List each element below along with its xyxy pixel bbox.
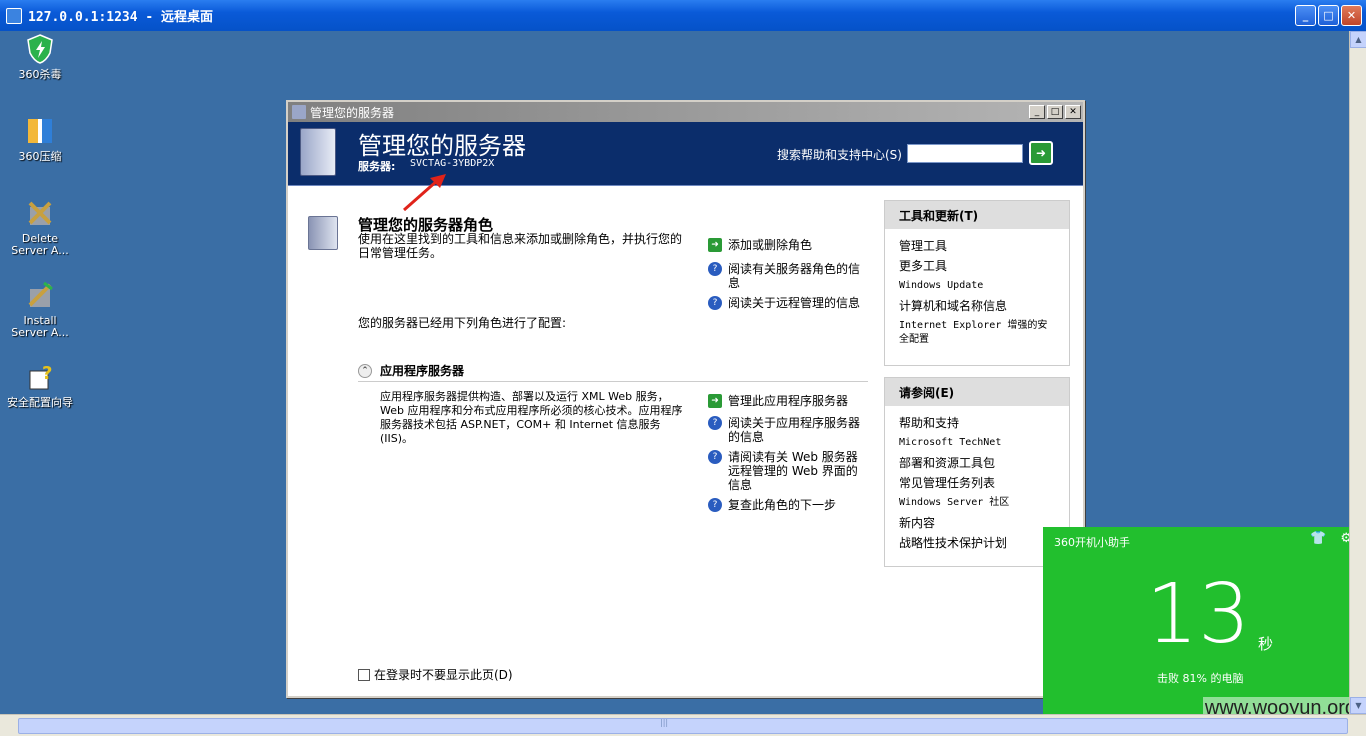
maximize-button[interactable]: □ — [1318, 5, 1339, 26]
read-roles-link[interactable]: ? 阅读有关服务器角色的信息 — [708, 262, 868, 290]
search-label: 搜索帮助和支持中心(S) — [777, 148, 902, 162]
see-also-item[interactable]: 新内容 — [885, 516, 1069, 530]
window-title: 127.0.0.1:1234 - 远程桌面 — [28, 10, 214, 25]
collapse-icon[interactable]: ⌃ — [358, 364, 372, 378]
boot-helper-popup: 360开机小助手 👕 ⚙ 13 秒 击败 81% 的电脑 www.wooyun.… — [1043, 527, 1366, 720]
minimize-button[interactable]: _ — [1295, 5, 1316, 26]
help-icon: ? — [708, 296, 722, 310]
boot-unit: 秒 — [1258, 635, 1274, 653]
tools-icon — [24, 279, 56, 311]
server-label: 服务器: — [358, 160, 396, 173]
app-server-header[interactable]: ⌃ 应用程序服务器 — [358, 362, 868, 382]
dont-show-label: 在登录时不要显示此页(D) — [374, 668, 513, 682]
server-icon — [292, 105, 306, 119]
tools-item[interactable]: 管理工具 — [885, 239, 1069, 253]
scroll-up-arrow[interactable]: ▲ — [1350, 31, 1366, 48]
wizard-icon: ? — [24, 361, 56, 393]
dont-show-checkbox[interactable] — [358, 668, 370, 681]
roles-description: 使用在这里找到的工具和信息来添加或删除角色，并执行您的日常管理任务。 — [358, 232, 683, 260]
desktop-icon-label: 360杀毒 — [18, 68, 62, 81]
annotation-arrow — [403, 174, 446, 212]
see-also-item[interactable]: 部署和资源工具包 — [885, 456, 1069, 470]
arrow-icon: ➜ — [708, 394, 722, 408]
remote-desktop-icon — [6, 7, 22, 24]
see-also-item[interactable]: 帮助和支持 — [885, 416, 1069, 430]
dont-show-checkbox-row[interactable]: 在登录时不要显示此页(D) — [358, 666, 513, 683]
desktop-icon-360-zip[interactable]: 360压缩 — [5, 115, 75, 163]
tools-icon — [24, 197, 56, 229]
read-remote-admin-link[interactable]: ? 阅读关于远程管理的信息 — [708, 296, 868, 310]
desktop-icon-label: Delete Server A... — [11, 232, 69, 257]
desktop-icon-security-wizard[interactable]: ? 安全配置向导 — [5, 361, 75, 409]
archive-icon — [24, 115, 56, 147]
tools-item[interactable]: 计算机和域名称信息 — [885, 299, 1069, 313]
see-also-item[interactable]: 战略性技术保护计划 — [885, 536, 1069, 550]
manage-window-title: 管理您的服务器 — [310, 105, 395, 120]
manage-server-titlebar: 管理您的服务器 _ □ ✕ — [288, 102, 1083, 122]
minimize-button[interactable]: _ — [1029, 105, 1045, 119]
see-also-title: 请参阅(E) — [885, 378, 1069, 406]
close-button[interactable]: ✕ — [1065, 105, 1081, 119]
tools-title: 工具和更新(T) — [885, 201, 1069, 229]
help-icon: ? — [708, 450, 722, 464]
shield-icon — [24, 33, 56, 65]
help-icon: ? — [708, 498, 722, 512]
help-icon: ? — [708, 416, 722, 430]
main-content: 管理您的服务器角色 使用在这里找到的工具和信息来添加或删除角色，并执行您的日常管… — [288, 186, 1083, 696]
search-go-button[interactable]: ➜ — [1029, 141, 1053, 165]
help-icon: ? — [708, 262, 722, 276]
desktop-icon-delete-server[interactable]: Delete Server A... — [5, 197, 75, 257]
configured-text: 您的服务器已经用下列角色进行了配置: — [358, 316, 567, 330]
desktop-icon-label: 360压缩 — [18, 150, 62, 163]
roles-links: ➜ 添加或删除角色 ? 阅读有关服务器角色的信息 ? 阅读关于远程管理的信息 — [708, 238, 868, 310]
roles-icon — [308, 216, 338, 250]
tools-item[interactable]: 更多工具 — [885, 259, 1069, 273]
boot-subtitle: 击败 81% 的电脑 — [1157, 672, 1244, 685]
horizontal-scrollbar[interactable]: ||| — [0, 714, 1366, 736]
shirt-icon[interactable]: 👕 — [1310, 531, 1326, 546]
desktop-icon-label: Install Server A... — [11, 314, 69, 339]
desktop-icon-360-antivirus[interactable]: 360杀毒 — [5, 33, 75, 81]
boot-seconds: 13 — [1146, 567, 1251, 662]
arrow-icon: ➜ — [708, 238, 722, 252]
tools-box: 工具和更新(T) 管理工具 更多工具 Windows Update 计算机和域名… — [884, 200, 1070, 366]
remote-desktop-titlebar: 127.0.0.1:1234 - 远程桌面 _ □ ✕ — [0, 0, 1366, 31]
svg-text:?: ? — [42, 363, 52, 384]
see-also-item[interactable]: Windows Server 社区 — [885, 496, 1069, 510]
app-server-description: 应用程序服务器提供构造、部署以及运行 XML Web 服务，Web 应用程序和分… — [380, 390, 683, 445]
close-button[interactable]: ✕ — [1341, 5, 1362, 26]
maximize-button[interactable]: □ — [1047, 105, 1063, 119]
read-app-server-link[interactable]: ? 阅读关于应用程序服务器的信息 — [708, 416, 868, 444]
server-name: SVCTAG-3YBDP2X — [410, 158, 495, 169]
grip-icon: ||| — [660, 718, 669, 727]
review-next-steps-link[interactable]: ? 复查此角色的下一步 — [708, 498, 868, 512]
add-remove-role-link[interactable]: ➜ 添加或删除角色 — [708, 238, 868, 252]
manage-app-server-link[interactable]: ➜ 管理此应用程序服务器 — [708, 394, 868, 408]
page-title: 管理您的服务器 — [358, 132, 526, 160]
see-also-item[interactable]: Microsoft TechNet — [885, 436, 1069, 450]
popup-title: 360开机小助手 — [1054, 536, 1130, 549]
server-icon — [300, 128, 336, 176]
scroll-down-arrow[interactable]: ▼ — [1350, 697, 1366, 714]
vertical-scrollbar[interactable]: ▲ ▼ — [1349, 31, 1366, 714]
desktop-icon-install-server[interactable]: Install Server A... — [5, 279, 75, 339]
app-server-title: 应用程序服务器 — [380, 364, 465, 378]
see-also-item[interactable]: 常见管理任务列表 — [885, 476, 1069, 490]
tools-item[interactable]: Internet Explorer 增强的安全配置 — [885, 319, 1069, 347]
read-web-admin-link[interactable]: ? 请阅读有关 Web 服务器远程管理的 Web 界面的信息 — [708, 450, 868, 492]
tools-item[interactable]: Windows Update — [885, 279, 1069, 293]
scroll-thumb[interactable] — [18, 718, 1348, 734]
app-server-links: ➜ 管理此应用程序服务器 ? 阅读关于应用程序服务器的信息 ? 请阅读有关 Web 服… — [708, 394, 868, 512]
search-input[interactable] — [907, 144, 1023, 163]
desktop-icon-label: 安全配置向导 — [7, 396, 73, 409]
